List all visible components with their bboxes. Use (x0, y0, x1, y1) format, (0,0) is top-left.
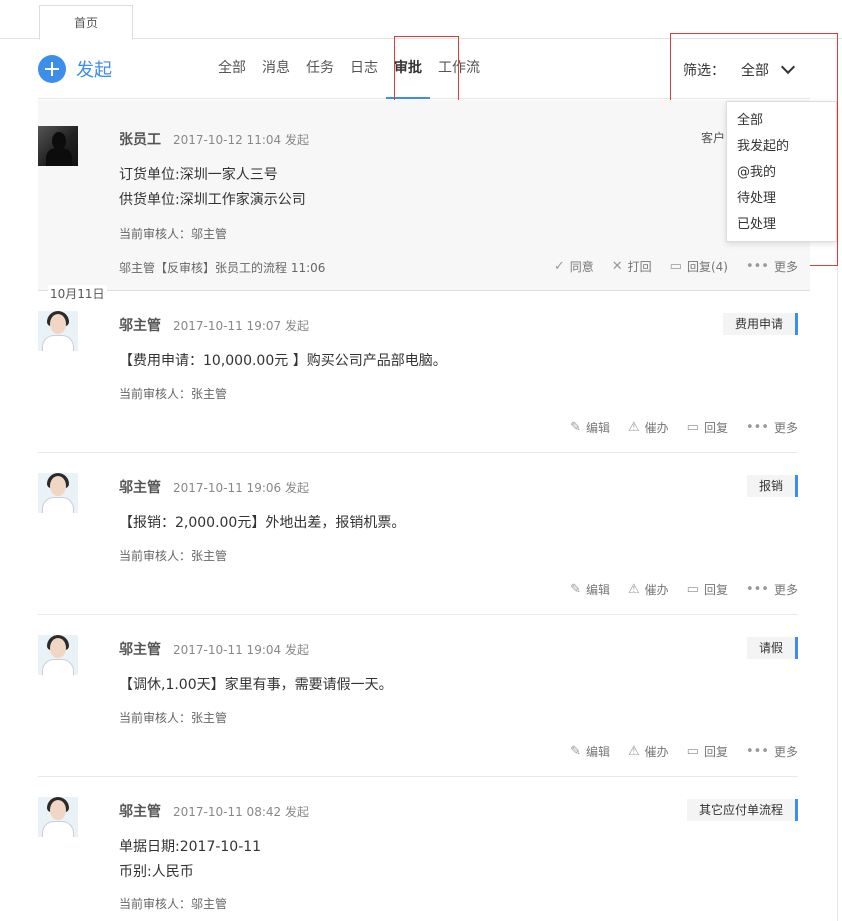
nav-approval[interactable]: 审批 (386, 39, 430, 99)
filter-select[interactable]: 筛选： 全部 (683, 59, 796, 80)
tab-bar: 首页 (0, 0, 842, 40)
nav-messages[interactable]: 消息 (254, 39, 298, 99)
approve-button[interactable]: ✓ 同意 (554, 258, 594, 275)
approval-card[interactable]: 邬主管 2017-10-11 19:06 发起 报销 【报销：2,000.00元… (38, 453, 798, 615)
edit-button[interactable]: ✎ 编辑 (570, 419, 610, 436)
avatar[interactable] (38, 473, 78, 513)
approval-card[interactable]: 张员工 2017-10-12 11:04 发起 客户 订货单位:深圳一家人三号 … (38, 100, 810, 291)
date-separator: 10月11日 (48, 285, 107, 302)
check-icon: ✓ (553, 259, 565, 274)
current-reviewer: 当前审核人：张主管 (119, 387, 228, 401)
filter-option-pending[interactable]: 待处理 (727, 186, 836, 212)
more-button[interactable]: ••• 更多 (746, 581, 798, 598)
nav-logs[interactable]: 日志 (342, 39, 386, 99)
filter-label: 筛选： (683, 63, 725, 79)
close-icon: ✕ (611, 259, 623, 274)
approval-card[interactable]: 邬主管 2017-10-11 19:04 发起 请假 【调休,1.00天】家里有… (38, 615, 798, 777)
detail-line: 【费用申请：10,000.00元 】购买公司产品部电脑。 (119, 353, 447, 369)
avatar[interactable] (38, 311, 78, 351)
filter-option-processed[interactable]: 已处理 (727, 212, 836, 238)
filter-option-initiated[interactable]: 我发起的 (727, 134, 836, 160)
type-tag: 费用申请 (722, 313, 798, 335)
card-actions: ✓ 同意 ✕ 打回 ▭ 回复(4) ••• 更多 (536, 258, 798, 275)
initiator-name[interactable]: 张员工 (119, 129, 161, 149)
avatar[interactable] (38, 797, 78, 837)
initiated-time: 2017-10-11 19:06 发起 (173, 481, 309, 495)
approval-feed: 张员工 2017-10-12 11:04 发起 客户 订货单位:深圳一家人三号 … (38, 100, 810, 921)
plus-icon (38, 55, 66, 83)
comment-icon: ▭ (686, 744, 699, 759)
card-actions: ✎ 编辑 ⚠ 催办 ▭ 回复 ••• 更多 (552, 419, 798, 436)
more-icon: ••• (745, 420, 769, 435)
approval-card[interactable]: 邬主管 2017-10-11 19:07 发起 费用申请 【费用申请：10,00… (38, 291, 798, 453)
filter-value: 全部 (741, 63, 769, 79)
avatar[interactable] (38, 126, 78, 166)
latest-activity: 邬主管【反审核】张员工的流程 11:06 (119, 261, 326, 275)
nav-tasks[interactable]: 任务 (298, 39, 342, 99)
filter-option-mentioned[interactable]: @我的 (727, 160, 836, 186)
avatar[interactable] (38, 635, 78, 675)
initiated-time: 2017-10-12 11:04 发起 (173, 133, 309, 147)
alert-icon: ⚠ (627, 744, 640, 759)
initiator-name[interactable]: 邬主管 (119, 639, 161, 659)
edit-button[interactable]: ✎ 编辑 (570, 743, 610, 760)
chevron-down-icon (780, 59, 796, 75)
type-tag: 其它应付单流程 (686, 799, 798, 821)
initiated-time: 2017-10-11 19:07 发起 (173, 319, 309, 333)
urge-button[interactable]: ⚠ 催办 (628, 743, 669, 760)
initiator-name[interactable]: 邬主管 (119, 315, 161, 335)
scrollbar-track[interactable] (837, 39, 838, 921)
pencil-icon: ✎ (570, 582, 581, 597)
filter-option-all[interactable]: 全部 (727, 108, 836, 134)
alert-icon: ⚠ (627, 420, 640, 435)
more-icon: ••• (745, 744, 769, 759)
more-icon: ••• (745, 582, 769, 597)
approval-card[interactable]: 邬主管 2017-10-11 08:42 发起 其它应付单流程 单据日期:201… (38, 777, 798, 921)
detail-line: 币别:人民币 (119, 864, 194, 880)
current-reviewer: 当前审核人：邬主管 (119, 227, 228, 241)
detail-line: 订货单位:深圳一家人三号 (119, 167, 278, 183)
pencil-icon: ✎ (570, 420, 581, 435)
type-tag: 客户 (701, 131, 726, 145)
type-tag: 报销 (746, 475, 798, 497)
card-actions: ✎ 编辑 ⚠ 催办 ▭ 回复 ••• 更多 (552, 581, 798, 598)
current-reviewer: 当前审核人：张主管 (119, 549, 228, 563)
initiated-time: 2017-10-11 19:04 发起 (173, 643, 309, 657)
nav-all[interactable]: 全部 (210, 39, 254, 99)
urge-button[interactable]: ⚠ 催办 (628, 581, 669, 598)
initiator-name[interactable]: 邬主管 (119, 477, 161, 497)
more-button[interactable]: ••• 更多 (746, 419, 798, 436)
urge-button[interactable]: ⚠ 催办 (628, 419, 669, 436)
detail-line: 【调休,1.00天】家里有事，需要请假一天。 (119, 677, 393, 693)
initiated-time: 2017-10-11 08:42 发起 (173, 805, 309, 819)
comment-icon: ▭ (686, 420, 699, 435)
comment-icon: ▭ (669, 259, 682, 274)
reject-button[interactable]: ✕ 打回 (612, 258, 652, 275)
more-button[interactable]: ••• 更多 (746, 743, 798, 760)
reply-button[interactable]: ▭ 回复 (687, 419, 728, 436)
card-actions: ✎ 编辑 ⚠ 催办 ▭ 回复 ••• 更多 (552, 743, 798, 760)
create-label: 发起 (76, 60, 112, 81)
alert-icon: ⚠ (627, 582, 640, 597)
type-tag: 请假 (746, 637, 798, 659)
reply-button[interactable]: ▭ 回复 (687, 743, 728, 760)
tab-home[interactable]: 首页 (39, 5, 133, 40)
more-button[interactable]: ••• 更多 (746, 258, 798, 275)
detail-line: 【报销：2,000.00元】外地出差，报销机票。 (119, 515, 406, 531)
nav-workflow[interactable]: 工作流 (430, 39, 488, 99)
current-reviewer: 当前审核人：张主管 (119, 711, 228, 725)
current-reviewer: 当前审核人：邬主管 (119, 897, 228, 911)
filter-dropdown: 全部 我发起的 @我的 待处理 已处理 (726, 101, 837, 242)
edit-button[interactable]: ✎ 编辑 (570, 581, 610, 598)
category-nav: 全部 消息 任务 日志 审批 工作流 (210, 39, 488, 99)
initiator-name[interactable]: 邬主管 (119, 801, 161, 821)
comment-icon: ▭ (686, 582, 699, 597)
detail-line: 供货单位:深圳工作家演示公司 (119, 192, 306, 208)
reply-button[interactable]: ▭ 回复 (687, 581, 728, 598)
reply-button[interactable]: ▭ 回复(4) (670, 258, 728, 275)
detail-line: 单据日期:2017-10-11 (119, 839, 262, 855)
more-icon: ••• (745, 259, 769, 274)
pencil-icon: ✎ (570, 744, 581, 759)
create-button[interactable]: 发起 (38, 55, 112, 83)
